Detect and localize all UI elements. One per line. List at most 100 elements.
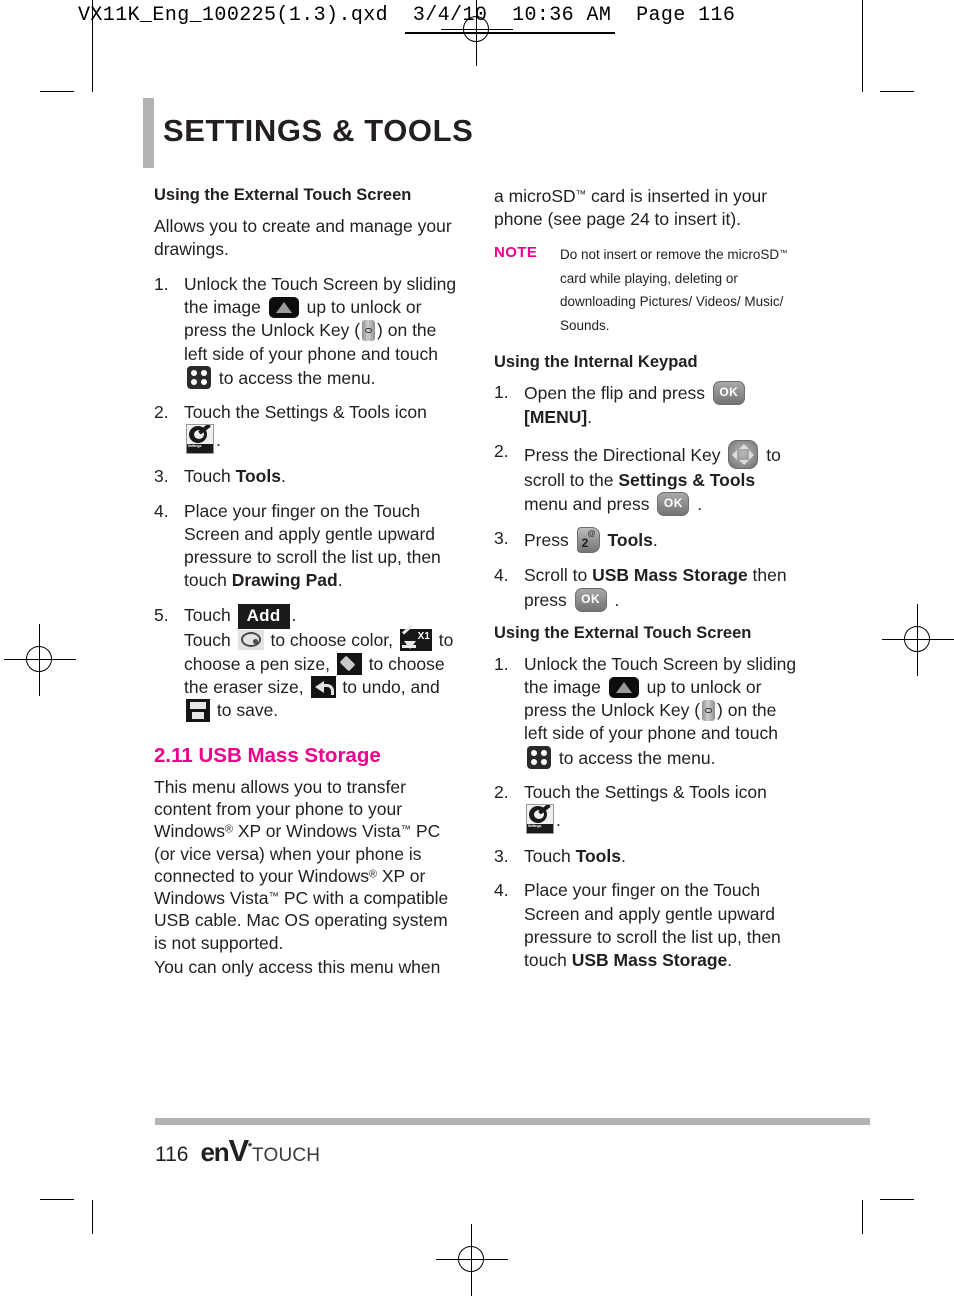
keypad-step-2-text-a: Press the Directional Key <box>524 444 721 465</box>
left-step-1-number: 1. <box>154 273 169 294</box>
directional-key-icon <box>728 439 759 469</box>
crop-mark-top-left-v <box>92 58 93 92</box>
usb-para-b: XP or Windows Vista <box>233 821 401 842</box>
ok-key-label-3: OK <box>581 591 601 606</box>
touch-step-3: 3. Touch Tools. <box>494 845 802 868</box>
left-step-4-number: 4. <box>154 500 169 521</box>
trademark-mark-microsd-2: ™ <box>779 248 788 258</box>
right-column: a microSD™ card is inserted in your phon… <box>494 185 802 983</box>
touch-step-4: 4. Place your finger on the Touch Screen … <box>494 879 802 972</box>
touch-step-1-text-d: to access the menu. <box>558 747 716 768</box>
ok-key-label-2: OK <box>663 496 683 511</box>
ok-key-icon-3: OK <box>574 587 607 612</box>
keypad-step-3: 3. Press 2 @ Tools. <box>494 527 802 554</box>
keypad-step-2: 2. Press the Directional Key to scroll t… <box>494 439 802 517</box>
print-slug-rule <box>405 32 615 34</box>
settings-tools-icon-caption: Settings <box>188 444 202 449</box>
save-icon <box>186 699 210 723</box>
eraser-size-icon <box>336 652 362 675</box>
keypad-step-3-text-a: Press <box>524 530 569 551</box>
brand-logo-star: * <box>247 1141 252 1153</box>
left-step-5-text-h: to save. <box>216 700 279 721</box>
crop-mark-top-right-h <box>880 91 914 92</box>
left-step-1: 1. Unlock the Touch Screen by sliding th… <box>154 273 462 390</box>
crop-mark-top-left-h <box>40 91 74 92</box>
continued-text-a: a microSD <box>494 186 576 206</box>
ok-key-icon-2: OK <box>657 492 690 517</box>
usb-section-paragraph-2: You can only access this menu when <box>154 956 441 977</box>
note-block: NOTE Do not insert or remove the microSD… <box>494 243 802 338</box>
left-step-5-text-b: . <box>291 604 297 625</box>
trademark-mark-microsd-1: ™ <box>575 188 587 201</box>
left-step-2-number: 2. <box>154 402 169 423</box>
settings-tools-app-icon-2: Settings <box>526 804 554 835</box>
number-key-2-symbol: @ <box>587 529 596 539</box>
left-steps-list: 1. Unlock the Touch Screen by sliding th… <box>154 273 462 723</box>
touch-step-2: 2. Touch the Settings & Tools icon Setti… <box>494 781 802 835</box>
right-continued-paragraph: a microSD™ card is inserted in your phon… <box>494 185 802 231</box>
keypad-step-4-bold: USB Mass Storage <box>592 565 748 586</box>
note-text-a: Do not insert or remove the microSD <box>560 247 780 263</box>
footer-rule <box>155 1118 870 1125</box>
touch-step-2-text-a: Touch the Settings & Tools icon <box>524 781 767 802</box>
left-step-5-text-a: Touch <box>184 604 231 625</box>
touch-step-1: 1. Unlock the Touch Screen by sliding th… <box>494 653 802 770</box>
left-step-3-bold: Tools <box>235 466 281 487</box>
number-key-2-icon: 2 @ <box>576 527 600 554</box>
trademark-mark-1: ™ <box>400 823 412 836</box>
usb-section-paragraph-1: This menu allows you to transfer content… <box>154 776 462 954</box>
menu-dots-icon <box>187 365 211 389</box>
pen-size-icon: X1 <box>399 624 432 652</box>
page-edge-right <box>862 0 863 58</box>
touch-step-3-text-a: Touch <box>524 846 576 867</box>
left-step-4-text-b: . <box>337 570 343 591</box>
unlock-key-icon-2 <box>702 700 716 722</box>
ok-key-label: OK <box>719 385 739 400</box>
keypad-step-4-number: 4. <box>494 565 509 586</box>
left-step-1-text-d: to access the menu. <box>218 367 376 388</box>
touch-step-1-number: 1. <box>494 653 509 674</box>
trademark-mark-2: ™ <box>268 890 279 903</box>
note-text-b: card while playing, deleting or download… <box>560 270 784 334</box>
registration-mark-right <box>882 604 954 676</box>
touch-step-2-text-b: . <box>556 810 561 831</box>
left-heading-external-touch: Using the External Touch Screen <box>154 186 412 204</box>
touch-step-3-bold: Tools <box>575 846 621 867</box>
left-step-5-text-d: to choose color, <box>270 630 394 651</box>
keypad-step-2-number: 2. <box>494 440 509 461</box>
brand-logo-v: V <box>228 1133 249 1168</box>
keypad-step-3-number: 3. <box>494 528 509 549</box>
touch-steps-list: 1. Unlock the Touch Screen by sliding th… <box>494 653 802 973</box>
section-title-usb-mass-storage: 2.11 USB Mass Storage <box>154 744 381 768</box>
left-step-5: 5. Touch Add. Touch to choose color, X1 … <box>154 603 462 723</box>
left-step-5-text-c: Touch <box>184 630 231 651</box>
registration-mark-left <box>4 624 76 696</box>
unlock-arrow-icon <box>268 297 299 319</box>
crop-mark-top-right-v <box>862 58 863 92</box>
left-step-2: 2. Touch the Settings & Tools icon Setti… <box>154 401 462 455</box>
brand-logo-touch: TOUCH <box>252 1145 321 1166</box>
left-step-4: 4. Place your finger on the Touch Screen … <box>154 500 462 593</box>
crop-mark-bottom-right-h <box>880 1199 914 1200</box>
footer: 116 enV* TOUCH <box>155 1133 320 1169</box>
touch-step-3-number: 3. <box>494 846 509 867</box>
left-intro-paragraph: Allows you to create and manage your dra… <box>154 215 452 259</box>
registered-mark-1: ® <box>225 823 233 836</box>
note-label: NOTE <box>494 244 538 262</box>
crop-mark-bottom-left-h <box>40 1199 74 1200</box>
left-step-3: 3. Touch Tools. <box>154 465 462 488</box>
touch-step-4-bold: USB Mass Storage <box>571 950 728 971</box>
keypad-step-1-text-b: . <box>587 406 593 427</box>
touch-step-4-number: 4. <box>494 880 509 901</box>
add-button[interactable]: Add <box>237 603 290 630</box>
keypad-step-1-text-a: Open the flip and press <box>524 383 705 404</box>
keypad-step-1-number: 1. <box>494 382 509 403</box>
page-title-accent-bar <box>143 98 154 168</box>
menu-dots-icon-2 <box>527 745 551 769</box>
registered-mark-2: ® <box>368 868 377 881</box>
keypad-step-2-text-d: . <box>697 494 703 515</box>
left-step-3-number: 3. <box>154 466 169 487</box>
keypad-step-2-bold: Settings & Tools <box>618 469 756 490</box>
left-step-2-text-a: Touch the Settings & Tools icon <box>184 402 427 423</box>
right-heading-external-touch: Using the External Touch Screen <box>494 623 752 642</box>
